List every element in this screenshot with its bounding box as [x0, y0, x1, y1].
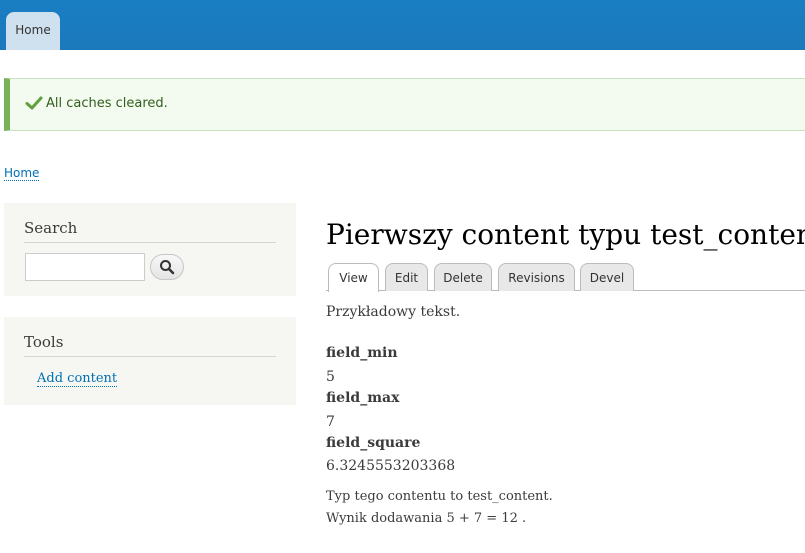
tab-edit[interactable]: Edit [385, 263, 428, 291]
checkmark-icon [25, 96, 43, 110]
search-block: Search [4, 203, 296, 296]
tab-devel[interactable]: Devel [580, 263, 634, 291]
search-block-title: Search [24, 203, 276, 243]
search-button[interactable] [150, 254, 184, 280]
field-label-min: field_min [326, 345, 398, 361]
status-message: All caches cleared. [4, 78, 805, 131]
page-title: Pierwszy content typu test_content [326, 218, 805, 251]
top-toolbar: Home [0, 0, 805, 50]
field-label-max: field_max [326, 390, 400, 406]
field-value-min: 5 [326, 369, 335, 385]
tab-revisions[interactable]: Revisions [498, 263, 575, 291]
sum-result-line: Wynik dodawania 5 + 7 = 12 . [326, 511, 527, 526]
field-label-square: field_square [326, 435, 421, 451]
field-value-square: 6.3245553203368 [326, 458, 456, 474]
breadcrumb-home[interactable]: Home [4, 166, 40, 181]
field-value-max: 7 [326, 414, 335, 430]
tab-delete[interactable]: Delete [434, 263, 492, 291]
tools-block-title: Tools [24, 317, 276, 357]
add-content-link[interactable]: Add content [37, 371, 118, 387]
status-text: All caches cleared. [46, 96, 168, 111]
home-tab[interactable]: Home [6, 12, 60, 50]
tab-view[interactable]: View [328, 263, 379, 292]
body-text: Przykładowy tekst. [326, 304, 461, 320]
search-input[interactable] [25, 253, 145, 281]
content-type-line: Typ tego contentu to test_content. [326, 489, 553, 504]
search-icon [160, 260, 175, 275]
tools-block: Tools Add content [4, 317, 296, 405]
